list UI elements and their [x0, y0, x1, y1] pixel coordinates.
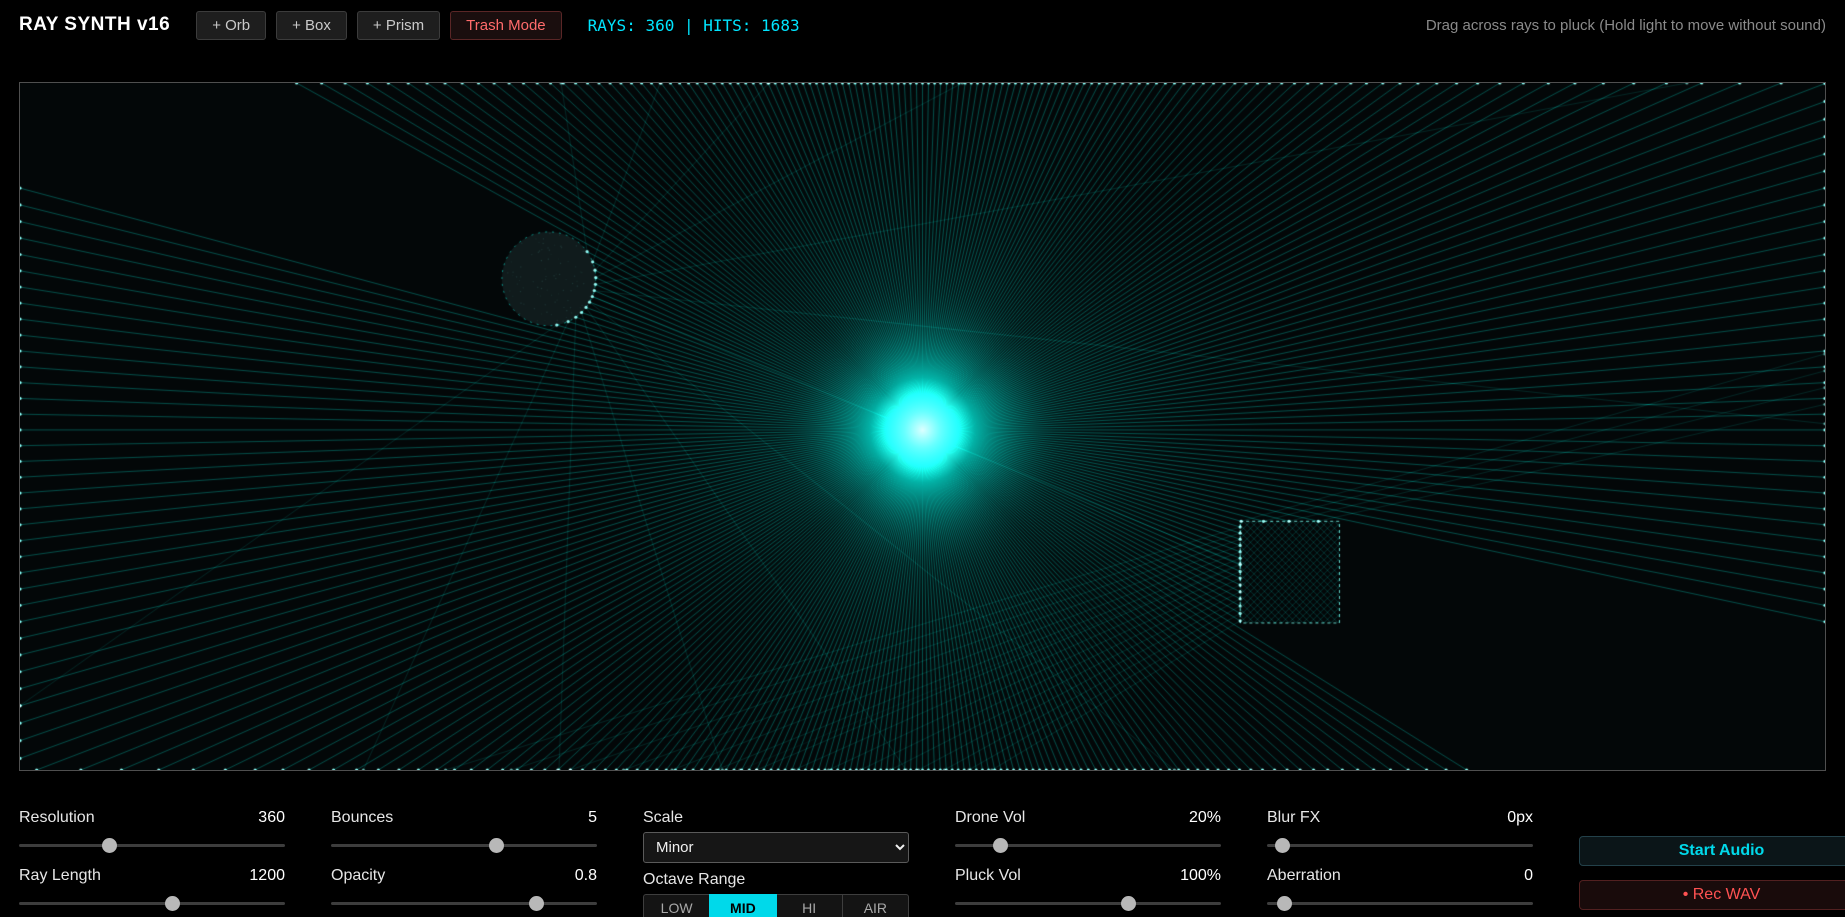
- drone-vol-label: Drone Vol: [955, 809, 1025, 827]
- octave-option-air[interactable]: AIR: [842, 894, 909, 917]
- octave-range-group: LOW MID HI AIR: [643, 894, 909, 917]
- drone-vol-slider[interactable]: [955, 832, 1221, 858]
- aberration-label: Aberration: [1267, 867, 1341, 885]
- resolution-label: Resolution: [19, 809, 95, 827]
- ray-length-slider[interactable]: [19, 890, 285, 916]
- control-col-audio-buttons: Start Audio • Rec WAV: [1579, 809, 1845, 910]
- rec-wav-button[interactable]: • Rec WAV: [1579, 880, 1845, 910]
- drone-vol-value: 20%: [1189, 809, 1221, 827]
- octave-option-hi[interactable]: HI: [776, 894, 843, 917]
- trash-mode-button[interactable]: Trash Mode: [450, 11, 561, 40]
- add-orb-button[interactable]: + Orb: [196, 11, 266, 40]
- blur-fx-value: 0px: [1507, 809, 1533, 827]
- bounces-slider[interactable]: [331, 832, 597, 858]
- control-panel: Resolution 360 Ray Length 1200 Bounces 5…: [0, 809, 1845, 917]
- app-title: RAY SYNTH v16: [19, 14, 170, 36]
- aberration-slider[interactable]: [1267, 890, 1533, 916]
- opacity-value: 0.8: [575, 867, 597, 885]
- ray-length-value: 1200: [249, 867, 285, 885]
- bounces-label: Bounces: [331, 809, 393, 827]
- add-box-button[interactable]: + Box: [276, 11, 347, 40]
- aberration-value: 0: [1524, 867, 1533, 885]
- scale-select[interactable]: Minor: [643, 832, 909, 863]
- control-col-volume: Drone Vol 20% Pluck Vol 100%: [955, 809, 1221, 917]
- control-col-fx: Blur FX 0px Aberration 0: [1267, 809, 1533, 917]
- control-col-bounces: Bounces 5 Opacity 0.8: [331, 809, 597, 917]
- blur-fx-slider[interactable]: [1267, 832, 1533, 858]
- opacity-label: Opacity: [331, 867, 385, 885]
- octave-option-mid[interactable]: MID: [709, 894, 776, 917]
- opacity-slider[interactable]: [331, 890, 597, 916]
- header-bar: RAY SYNTH v16 + Orb + Box + Prism Trash …: [0, 0, 1845, 50]
- octave-option-low[interactable]: LOW: [643, 894, 710, 917]
- pluck-vol-value: 100%: [1180, 867, 1221, 885]
- octave-range-label: Octave Range: [643, 871, 745, 889]
- ray-length-label: Ray Length: [19, 867, 101, 885]
- resolution-value: 360: [258, 809, 285, 827]
- ray-canvas-frame: [19, 82, 1826, 771]
- bounces-value: 5: [588, 809, 597, 827]
- control-col-scale: Scale Minor Octave Range LOW MID HI AIR: [643, 809, 909, 917]
- ray-canvas[interactable]: [20, 83, 1825, 770]
- control-col-resolution: Resolution 360 Ray Length 1200: [19, 809, 285, 917]
- ray-hit-status: RAYS: 360 | HITS: 1683: [588, 16, 800, 35]
- start-audio-button[interactable]: Start Audio: [1579, 836, 1845, 866]
- scale-label: Scale: [643, 809, 683, 827]
- add-prism-button[interactable]: + Prism: [357, 11, 440, 40]
- pluck-vol-label: Pluck Vol: [955, 867, 1021, 885]
- resolution-slider[interactable]: [19, 832, 285, 858]
- instruction-hint: Drag across rays to pluck (Hold light to…: [1426, 17, 1826, 34]
- pluck-vol-slider[interactable]: [955, 890, 1221, 916]
- blur-fx-label: Blur FX: [1267, 809, 1320, 827]
